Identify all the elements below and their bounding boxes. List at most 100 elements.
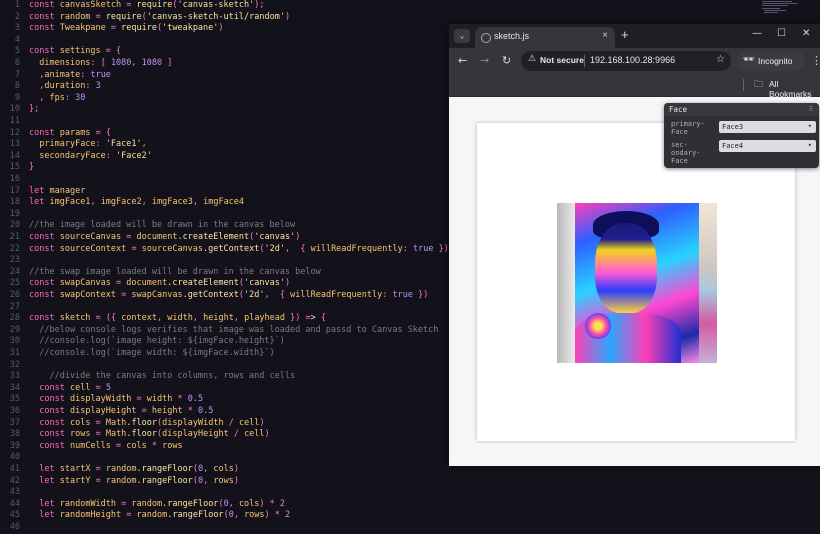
minimap[interactable]	[762, 0, 812, 14]
minimize-button[interactable]: —	[752, 28, 762, 39]
all-bookmarks-button[interactable]: All Bookmarks	[769, 79, 820, 99]
line-number: 4	[14, 34, 20, 45]
code-line[interactable]: ,animate: true	[29, 70, 111, 82]
code-line[interactable]: let imgFace1, imgFace2, imgFace3, imgFac…	[29, 197, 244, 209]
pane-title: Face	[669, 105, 688, 114]
code-line[interactable]: const canvasSketch = require('canvas-ske…	[29, 0, 264, 12]
code-line[interactable]: let manager	[29, 186, 85, 198]
line-number: 24	[9, 266, 20, 277]
reload-button[interactable]: ↻	[502, 54, 511, 67]
line-number: 31	[9, 348, 20, 358]
primary-face-label: primary- Face	[671, 120, 705, 136]
line-number: 17	[9, 185, 20, 196]
line-number: 20	[9, 220, 20, 231]
line-number: 22	[9, 243, 20, 254]
primary-face-select[interactable]: Face3 ▾	[719, 121, 816, 133]
code-line[interactable]: secondaryFace: 'Face2'	[29, 151, 152, 163]
code-line[interactable]: const numCells = cols * rows	[29, 441, 182, 453]
line-number: 26	[9, 290, 20, 300]
folder-icon: 🗀	[754, 80, 764, 90]
code-line[interactable]: //below console logs verifies that image…	[29, 325, 438, 337]
dropdown-arrow-icon: ▾	[807, 141, 812, 149]
code-line[interactable]: ,duration: 3	[29, 81, 100, 93]
code-line[interactable]: //console.log(`image width: ${imgFace.wi…	[29, 348, 274, 360]
tab-title: sketch.js	[494, 31, 530, 41]
line-number: 23	[9, 255, 20, 266]
line-number: 16	[9, 174, 20, 184]
code-line[interactable]: const sourceCanvas = document.createElem…	[29, 232, 300, 244]
close-icon[interactable]: ×	[602, 30, 608, 41]
star-icon[interactable]: ☆	[716, 54, 725, 65]
line-number: 36	[9, 406, 20, 416]
tweakpane-panel[interactable]: Face ⠿ primary- Face Face3 ▾ sec- ondary…	[664, 103, 819, 168]
code-line[interactable]: //the swap image loaded will be drawn in…	[29, 267, 321, 279]
dropdown-arrow-icon: ▾	[807, 122, 812, 130]
code-line[interactable]: let randomWidth = random.rangeFloor(0, c…	[29, 499, 285, 511]
divider	[584, 55, 585, 67]
secondary-face-value: Face4	[722, 141, 744, 150]
code-line[interactable]: const sketch = ({ context, width, height…	[29, 313, 326, 325]
code-line[interactable]: let startX = random.rangeFloor(0, cols)	[29, 464, 239, 476]
forward-button[interactable]: →	[480, 54, 489, 67]
code-line[interactable]: let startY = random.rangeFloor(0, rows)	[29, 476, 239, 488]
line-number: 11	[9, 116, 20, 126]
glitched-portrait-image	[557, 203, 717, 363]
drag-handle-icon[interactable]: ⠿	[809, 106, 814, 113]
code-line[interactable]: }	[29, 162, 34, 174]
line-number: 44	[9, 498, 20, 509]
code-line[interactable]: //divide the canvas into columns, rows a…	[29, 371, 295, 383]
code-line[interactable]: const random = require('canvas-sketch-ut…	[29, 12, 290, 24]
line-number: 9	[14, 92, 20, 103]
close-window-button[interactable]: ✕	[802, 28, 810, 39]
browser-window: ⌄ sketch.js × + — ☐ ✕ ← → ↻ ⚠ Not secure…	[449, 24, 820, 466]
line-number: 28	[9, 313, 20, 324]
code-line[interactable]: dimensions: [ 1080, 1080 ]	[29, 58, 172, 70]
code-line[interactable]: const sourceContext = sourceCanvas.getCo…	[29, 244, 449, 256]
code-line[interactable]: //the image loaded will be drawn in the …	[29, 220, 295, 232]
code-line[interactable]: const rows = Math.floor(displayHeight / …	[29, 429, 269, 441]
code-line[interactable]: const cols = Math.floor(displayWidth / c…	[29, 418, 264, 430]
secondary-face-select[interactable]: Face4 ▾	[719, 140, 816, 152]
line-number: 6	[14, 58, 20, 68]
code-line[interactable]: const settings = {	[29, 46, 121, 58]
code-line[interactable]: const swapContext = swapCanvas.getContex…	[29, 290, 428, 302]
back-button[interactable]: ←	[458, 54, 467, 67]
code-line[interactable]: const displayWidth = width * 0.5	[29, 394, 203, 406]
line-number: 42	[9, 475, 20, 486]
code-line[interactable]: //console.log(`image height: ${imgFace.h…	[29, 336, 285, 348]
url-text[interactable]: 192.168.100.28:9966	[590, 55, 675, 65]
code-line[interactable]: const params = {	[29, 128, 111, 140]
browser-toolbar: ← → ↻ ⚠ Not secure 192.168.100.28:9966 ☆…	[449, 48, 820, 74]
security-indicator[interactable]: Not secure	[540, 55, 584, 65]
code-line[interactable]: const displayHeight = height * 0.5	[29, 406, 213, 418]
tab-search-button[interactable]: ⌄	[454, 29, 470, 43]
line-number: 45	[9, 510, 20, 521]
code-line[interactable]: const cell = 5	[29, 383, 111, 395]
line-number: 7	[14, 69, 20, 80]
new-tab-button[interactable]: +	[621, 27, 629, 42]
sketch-canvas[interactable]	[477, 123, 795, 441]
more-menu-icon[interactable]: ⋮	[811, 54, 820, 67]
code-line[interactable]: };	[29, 104, 39, 116]
line-number: 12	[9, 127, 20, 138]
incognito-badge[interactable]: 🕶 Incognito	[737, 51, 805, 71]
code-line[interactable]: const swapCanvas = document.createElemen…	[29, 278, 290, 290]
pane-title-bar[interactable]: Face ⠿	[664, 103, 819, 116]
line-number: 41	[9, 464, 20, 474]
tab-sketch[interactable]: sketch.js ×	[475, 27, 615, 48]
code-line[interactable]: , fps: 30	[29, 93, 85, 105]
line-number: 40	[9, 452, 20, 463]
maximize-button[interactable]: ☐	[777, 28, 786, 39]
code-line[interactable]: const Tweakpane = require('tweakpane')	[29, 23, 224, 35]
line-number: 25	[9, 278, 20, 289]
code-line[interactable]: let randomHeight = random.rangeFloor(0, …	[29, 510, 290, 522]
line-number: 2	[14, 11, 20, 22]
line-number: 34	[9, 382, 20, 393]
line-number: 33	[9, 371, 20, 382]
code-line[interactable]: primaryFace: 'Face1',	[29, 139, 147, 151]
line-number: 39	[9, 440, 20, 451]
line-number: 1	[14, 0, 20, 10]
line-number: 37	[9, 417, 20, 428]
line-number: 43	[9, 487, 20, 498]
address-bar[interactable]: ⚠ Not secure 192.168.100.28:9966 ☆	[521, 51, 731, 71]
